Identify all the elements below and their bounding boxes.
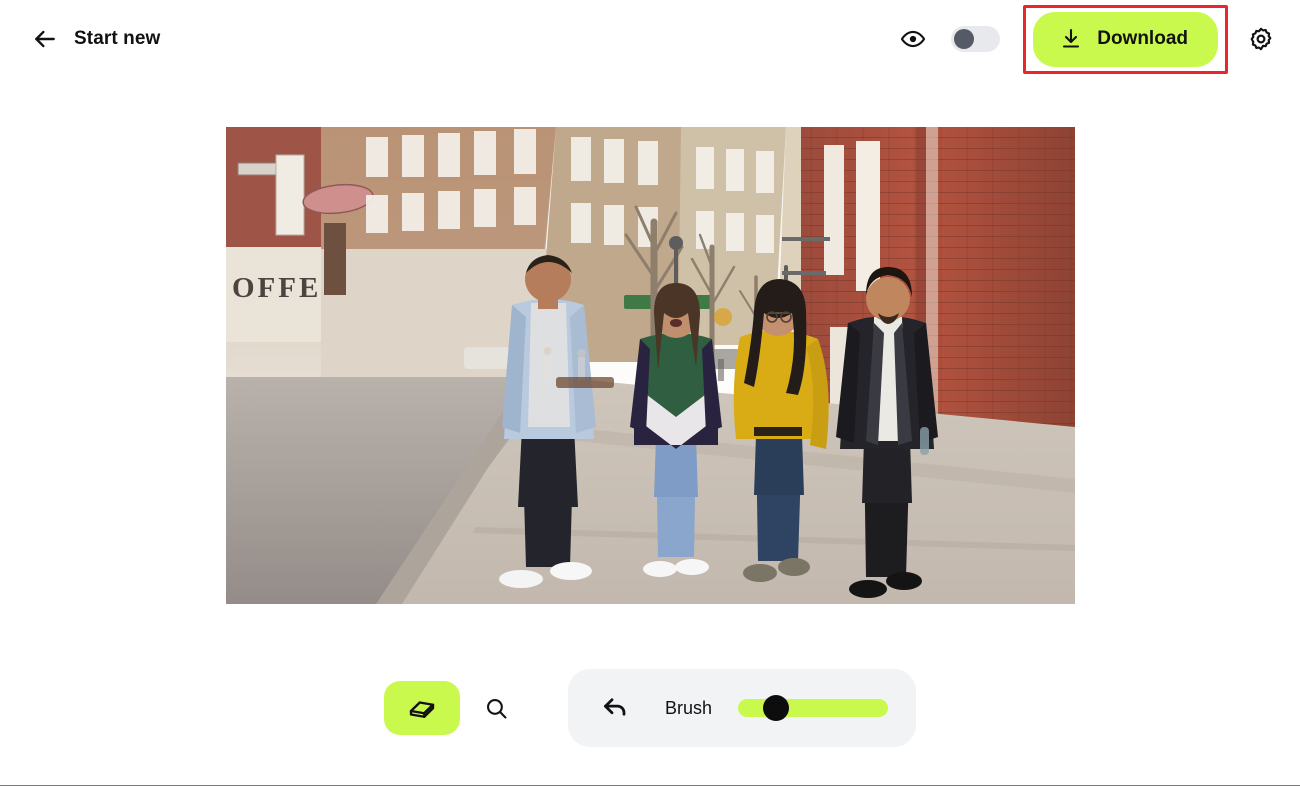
eye-icon[interactable] bbox=[900, 26, 926, 52]
search-icon bbox=[484, 696, 509, 721]
header-actions: Download bbox=[900, 4, 1274, 74]
eraser-icon bbox=[407, 693, 437, 723]
editor-photo[interactable]: OFFEE bbox=[225, 127, 1075, 604]
arrow-left-icon bbox=[32, 26, 58, 52]
toggle-knob bbox=[954, 29, 975, 49]
settings-button[interactable] bbox=[1248, 26, 1274, 52]
start-new-label: Start new bbox=[74, 28, 161, 49]
editor-toolbar: Brush bbox=[0, 653, 1300, 763]
undo-icon bbox=[600, 693, 630, 723]
start-new-button[interactable]: Start new bbox=[32, 26, 160, 52]
preview-toggle[interactable] bbox=[951, 26, 1001, 52]
eraser-editor-app: Start new Download OFFEE Brush bbox=[0, 0, 1300, 786]
eraser-tool-button[interactable] bbox=[383, 681, 460, 735]
undo-button[interactable] bbox=[598, 691, 632, 725]
download-highlight-box: Download bbox=[1023, 4, 1228, 74]
photo-illustration: OFFEE bbox=[225, 127, 1075, 604]
brush-size-thumb[interactable] bbox=[762, 695, 789, 721]
download-icon bbox=[1059, 27, 1083, 51]
brush-size-slider[interactable] bbox=[738, 695, 889, 721]
download-label: Download bbox=[1097, 28, 1188, 49]
download-button[interactable]: Download bbox=[1033, 11, 1218, 67]
canvas-area: OFFEE bbox=[0, 78, 1300, 653]
app-header: Start new Download bbox=[0, 0, 1300, 78]
brush-settings-panel: Brush bbox=[567, 669, 917, 747]
zoom-tool-button[interactable] bbox=[470, 681, 524, 735]
brush-label: Brush bbox=[664, 697, 713, 718]
gear-icon bbox=[1248, 26, 1274, 52]
